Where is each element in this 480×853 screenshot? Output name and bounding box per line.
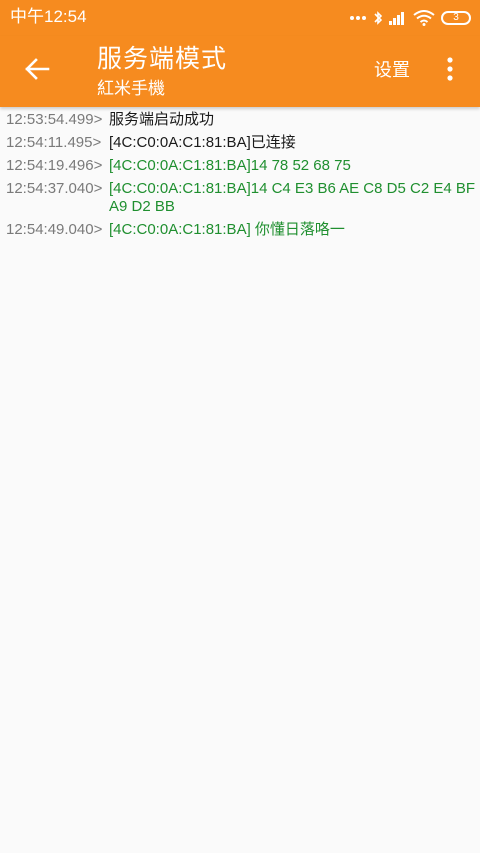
page-title: 服务端模式 bbox=[97, 44, 228, 73]
log-message: 服务端启动成功 bbox=[109, 111, 215, 128]
overflow-menu-button[interactable] bbox=[432, 49, 468, 93]
more-dots-icon bbox=[349, 15, 367, 21]
settings-button[interactable]: 设置 bbox=[366, 56, 418, 86]
bluetooth-icon bbox=[373, 10, 383, 26]
back-button[interactable] bbox=[13, 49, 61, 93]
log-timestamp: 12:54:49.040> bbox=[6, 221, 103, 238]
app-bar: 服务端模式 紅米手機 设置 bbox=[0, 36, 480, 107]
log-entry: 12:54:49.040> [4C:C0:0A:C1:81:BA] 你懂日落咯一 bbox=[6, 221, 476, 239]
wifi-icon bbox=[413, 10, 435, 26]
log-entry: 12:53:54.499> 服务端启动成功 bbox=[6, 111, 476, 129]
log-entry: 12:54:37.040> [4C:C0:0A:C1:81:BA]14 C4 E… bbox=[6, 180, 476, 216]
status-bar: 中午12:54 3 bbox=[0, 0, 480, 36]
status-icons: 3 bbox=[349, 8, 471, 28]
log-message: [4C:C0:0A:C1:81:BA]已连接 bbox=[109, 134, 296, 151]
log-entry: 12:54:11.495> [4C:C0:0A:C1:81:BA]已连接 bbox=[6, 134, 476, 152]
page-subtitle: 紅米手機 bbox=[97, 79, 165, 99]
battery-icon: 3 bbox=[441, 11, 471, 25]
log-message: [4C:C0:0A:C1:81:BA]14 78 52 68 75 bbox=[109, 157, 351, 174]
more-vert-icon bbox=[447, 57, 453, 85]
status-time: 中午12:54 bbox=[10, 7, 87, 26]
log-list[interactable]: 12:53:54.499> 服务端启动成功 12:54:11.495> [4C:… bbox=[6, 111, 476, 244]
arrow-back-icon bbox=[24, 58, 50, 84]
log-entry: 12:54:19.496> [4C:C0:0A:C1:81:BA]14 78 5… bbox=[6, 157, 476, 175]
log-timestamp: 12:54:37.040> bbox=[6, 180, 103, 197]
log-message: [4C:C0:0A:C1:81:BA] 你懂日落咯一 bbox=[109, 221, 345, 238]
log-timestamp: 12:54:19.496> bbox=[6, 157, 103, 174]
log-timestamp: 12:54:11.495> bbox=[6, 134, 102, 151]
log-timestamp: 12:53:54.499> bbox=[6, 111, 103, 128]
signal-icon bbox=[389, 11, 407, 25]
log-message: [4C:C0:0A:C1:81:BA]14 C4 E3 B6 AE C8 D5 … bbox=[109, 180, 476, 215]
